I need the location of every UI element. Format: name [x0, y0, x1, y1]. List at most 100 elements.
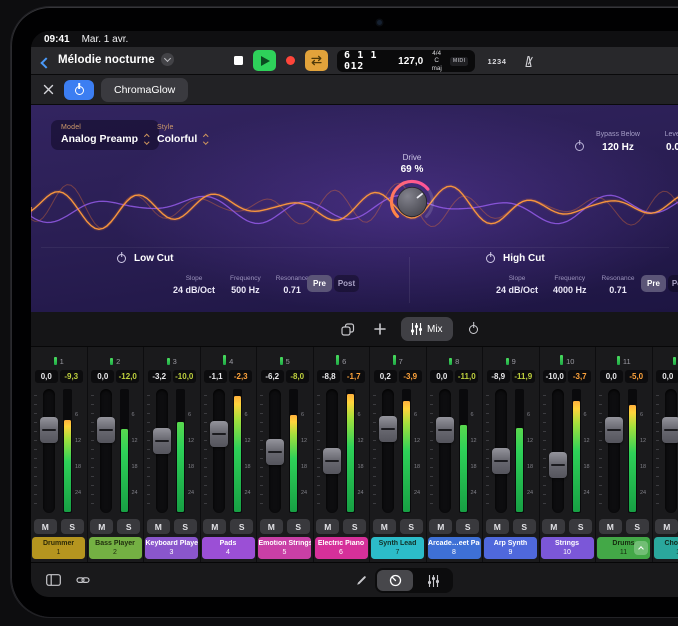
solo-button[interactable]: S [513, 519, 536, 534]
routing-button[interactable] [71, 570, 95, 590]
fader-handle[interactable] [492, 448, 510, 474]
back-button[interactable] [42, 55, 50, 70]
track-name-tab[interactable]: Arcade…eet Pad8 [428, 537, 481, 559]
solo-button[interactable]: S [343, 519, 366, 534]
fader-handle[interactable] [210, 421, 228, 447]
track-name-tab[interactable]: Pads4 [202, 537, 255, 559]
track-name-tab[interactable]: Drums11 [597, 537, 650, 559]
plugin-tab[interactable]: ChromaGlow [101, 78, 188, 102]
mute-button[interactable]: M [542, 519, 565, 534]
fader-handle[interactable] [662, 417, 678, 443]
volume-value[interactable]: -10,0 [543, 370, 566, 383]
track-name-tab[interactable]: Keyboard Player3 [145, 537, 198, 559]
record-button[interactable] [279, 50, 302, 71]
volume-value[interactable]: -1,1 [204, 370, 227, 383]
mute-button[interactable]: M [34, 519, 57, 534]
mute-button[interactable]: M [373, 519, 396, 534]
mute-button[interactable]: M [147, 519, 170, 534]
solo-button[interactable]: S [287, 519, 310, 534]
peak-value[interactable]: -1,7 [342, 370, 365, 383]
fader-handle[interactable] [436, 417, 454, 443]
solo-button[interactable]: S [61, 519, 84, 534]
solo-button[interactable]: S [230, 519, 253, 534]
fader-handle[interactable] [549, 452, 567, 478]
bypass-power-button[interactable] [575, 139, 584, 154]
peak-value[interactable]: -10,0 [173, 370, 196, 383]
mute-button[interactable]: M [429, 519, 452, 534]
low-cut-pre-button[interactable]: Pre [307, 275, 332, 292]
track-name-tab[interactable]: Emotion Strings5 [258, 537, 311, 559]
volume-value[interactable]: -6,2 [261, 370, 284, 383]
close-plugin-button[interactable] [43, 84, 54, 95]
volume-value[interactable]: 0,0 [91, 370, 114, 383]
peak-value[interactable]: -2,3 [229, 370, 252, 383]
browser-panel-button[interactable] [41, 570, 65, 590]
track-name-tab[interactable]: Strings10 [541, 537, 594, 559]
peak-value[interactable]: -5,0 [625, 370, 648, 383]
volume-value[interactable]: 0,0 [656, 370, 678, 383]
copy-settings-button[interactable] [337, 318, 359, 340]
solo-button[interactable]: S [400, 519, 423, 534]
high-cut-power-button[interactable] [486, 254, 495, 263]
cycle-button[interactable] [305, 50, 328, 71]
track-name-tab[interactable]: Synth Lead7 [371, 537, 424, 559]
high-cut-slope[interactable]: Slope 24 dB/Oct [496, 275, 538, 295]
track-name-tab[interactable]: Arp Synth9 [484, 537, 537, 559]
mix-view-button[interactable]: Mix [401, 317, 453, 341]
high-cut-post-button[interactable]: Post [668, 275, 678, 292]
fader-handle[interactable] [153, 428, 171, 454]
add-plugin-button[interactable] [369, 318, 391, 340]
fader-handle[interactable] [323, 448, 341, 474]
volume-value[interactable]: 0,0 [430, 370, 453, 383]
mute-button[interactable]: M [90, 519, 113, 534]
track-name-tab[interactable]: Chorus V12 [654, 537, 678, 559]
mute-button[interactable]: M [486, 519, 509, 534]
fader-view-button[interactable] [415, 570, 451, 591]
solo-button[interactable]: S [117, 519, 140, 534]
play-button[interactable] [253, 50, 276, 71]
mixer-power-button[interactable] [463, 318, 485, 340]
expand-chevron-button[interactable] [634, 541, 648, 555]
low-cut-power-button[interactable] [117, 254, 126, 263]
solo-button[interactable]: S [456, 519, 479, 534]
peak-value[interactable]: -9,3 [60, 370, 83, 383]
fader-handle[interactable] [605, 417, 623, 443]
level-control[interactable]: Level 0.0 [651, 131, 678, 153]
volume-value[interactable]: 0,0 [600, 370, 623, 383]
solo-button[interactable]: S [174, 519, 197, 534]
track-name-tab[interactable]: Drummer1 [32, 537, 85, 559]
high-cut-frequency[interactable]: Frequency 4000 Hz [553, 275, 587, 295]
peak-value[interactable]: -12,0 [116, 370, 139, 383]
fader-handle[interactable] [379, 416, 397, 442]
peak-value[interactable]: -8,0 [286, 370, 309, 383]
volume-value[interactable]: -8,8 [317, 370, 340, 383]
low-cut-slope[interactable]: Slope 24 dB/Oct [173, 275, 215, 295]
high-cut-resonance[interactable]: Resonance 0.71 [602, 275, 635, 295]
mute-button[interactable]: M [316, 519, 339, 534]
track-name-tab[interactable]: Bass Player2 [89, 537, 142, 559]
low-cut-resonance[interactable]: Resonance 0.71 [276, 275, 309, 295]
plugin-power-button[interactable] [64, 80, 94, 100]
stop-button[interactable] [227, 50, 250, 71]
count-in-button[interactable]: 1234 [483, 51, 511, 71]
volume-value[interactable]: -3,2 [148, 370, 171, 383]
drive-knob[interactable] [388, 178, 436, 226]
model-selector[interactable]: Model Analog Preamp [51, 120, 159, 150]
low-cut-post-button[interactable]: Post [334, 275, 359, 292]
fader-handle[interactable] [97, 417, 115, 443]
style-selector[interactable]: Style Colorful [147, 120, 218, 150]
bypass-below-control[interactable]: Bypass Below 120 Hz [591, 131, 645, 153]
peak-value[interactable]: -3,7 [568, 370, 591, 383]
peak-value[interactable]: -11,9 [512, 370, 535, 383]
solo-button[interactable]: S [569, 519, 592, 534]
song-title-menu[interactable]: Mélodie nocturne [58, 53, 174, 66]
peak-value[interactable]: -3,9 [399, 370, 422, 383]
fader-handle[interactable] [40, 417, 58, 443]
track-name-tab[interactable]: Electric Piano6 [315, 537, 368, 559]
mute-button[interactable]: M [655, 519, 678, 534]
edit-pencil-button[interactable] [349, 570, 373, 590]
mute-button[interactable]: M [599, 519, 622, 534]
volume-value[interactable]: -8,9 [487, 370, 510, 383]
mute-button[interactable]: M [260, 519, 283, 534]
metronome-button[interactable] [517, 51, 539, 71]
